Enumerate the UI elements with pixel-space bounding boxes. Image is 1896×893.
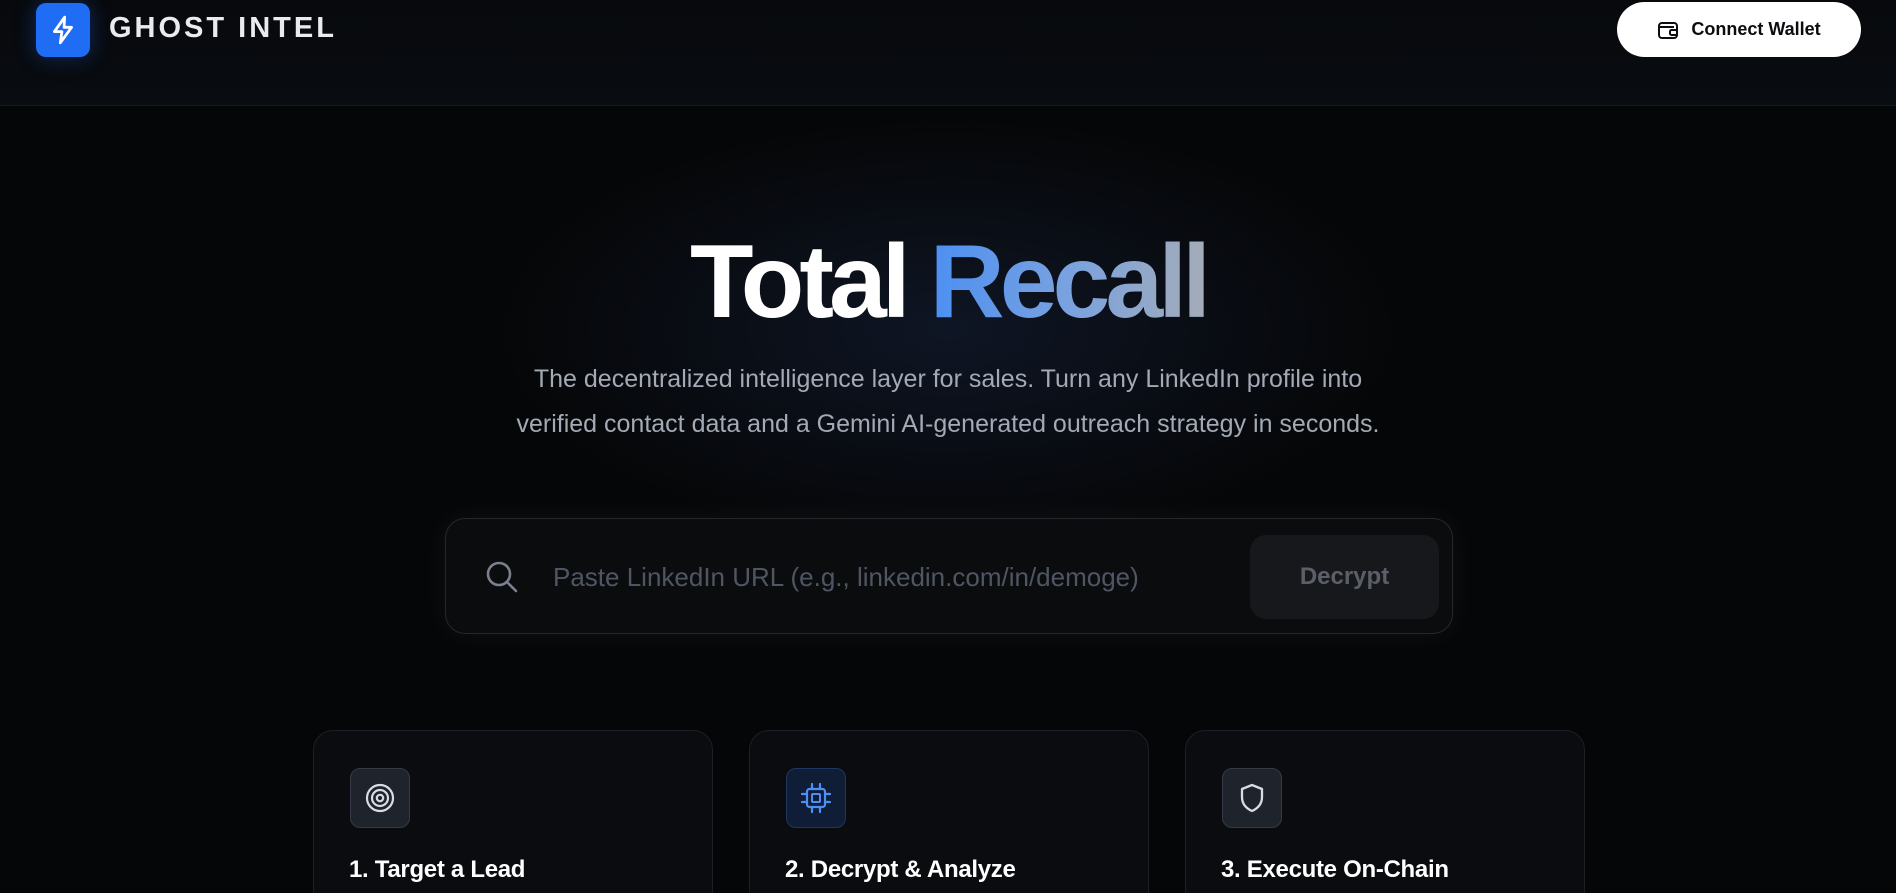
decrypt-button[interactable]: Decrypt xyxy=(1250,535,1439,619)
step-card-target: 1. Target a Lead xyxy=(313,730,713,893)
hero-subtitle-line2: verified contact data and a Gemini AI-ge… xyxy=(516,410,1380,438)
connect-wallet-label: Connect Wallet xyxy=(1691,19,1821,39)
step-card-decrypt: 2. Decrypt & Analyze xyxy=(749,730,1149,893)
step-title: 1. Target a Lead xyxy=(349,856,526,883)
lightning-bolt-icon xyxy=(53,15,73,45)
step-title: 2. Decrypt & Analyze xyxy=(785,856,1016,883)
hero-title: Total Recall xyxy=(0,222,1896,342)
linkedin-url-input[interactable] xyxy=(553,553,1203,601)
page: GHOST INTEL Connect Wallet Total Recall … xyxy=(0,0,1896,893)
hero-title-part2: Recall xyxy=(929,224,1211,340)
search-icon xyxy=(486,561,518,593)
logo[interactable] xyxy=(36,3,90,57)
step-card-execute: 3. Execute On-Chain xyxy=(1185,730,1585,893)
target-icon xyxy=(365,783,395,813)
step-icon-box xyxy=(786,768,846,828)
hero-title-part1: Total xyxy=(689,224,911,340)
brand-name: GHOST INTEL xyxy=(109,12,337,44)
cpu-chip-icon xyxy=(800,782,832,814)
top-nav: GHOST INTEL Connect Wallet xyxy=(0,0,1896,106)
connect-wallet-button[interactable]: Connect Wallet xyxy=(1617,2,1861,57)
shield-icon xyxy=(1240,783,1264,813)
hero-subtitle-line1: The decentralized intelligence layer for… xyxy=(533,365,1363,393)
wallet-icon xyxy=(1658,21,1679,39)
search-bar: Decrypt xyxy=(445,518,1453,634)
step-icon-box xyxy=(350,768,410,828)
step-title: 3. Execute On-Chain xyxy=(1221,856,1449,883)
hero-subtitle: The decentralized intelligence layer for… xyxy=(448,357,1448,447)
step-icon-box xyxy=(1222,768,1282,828)
